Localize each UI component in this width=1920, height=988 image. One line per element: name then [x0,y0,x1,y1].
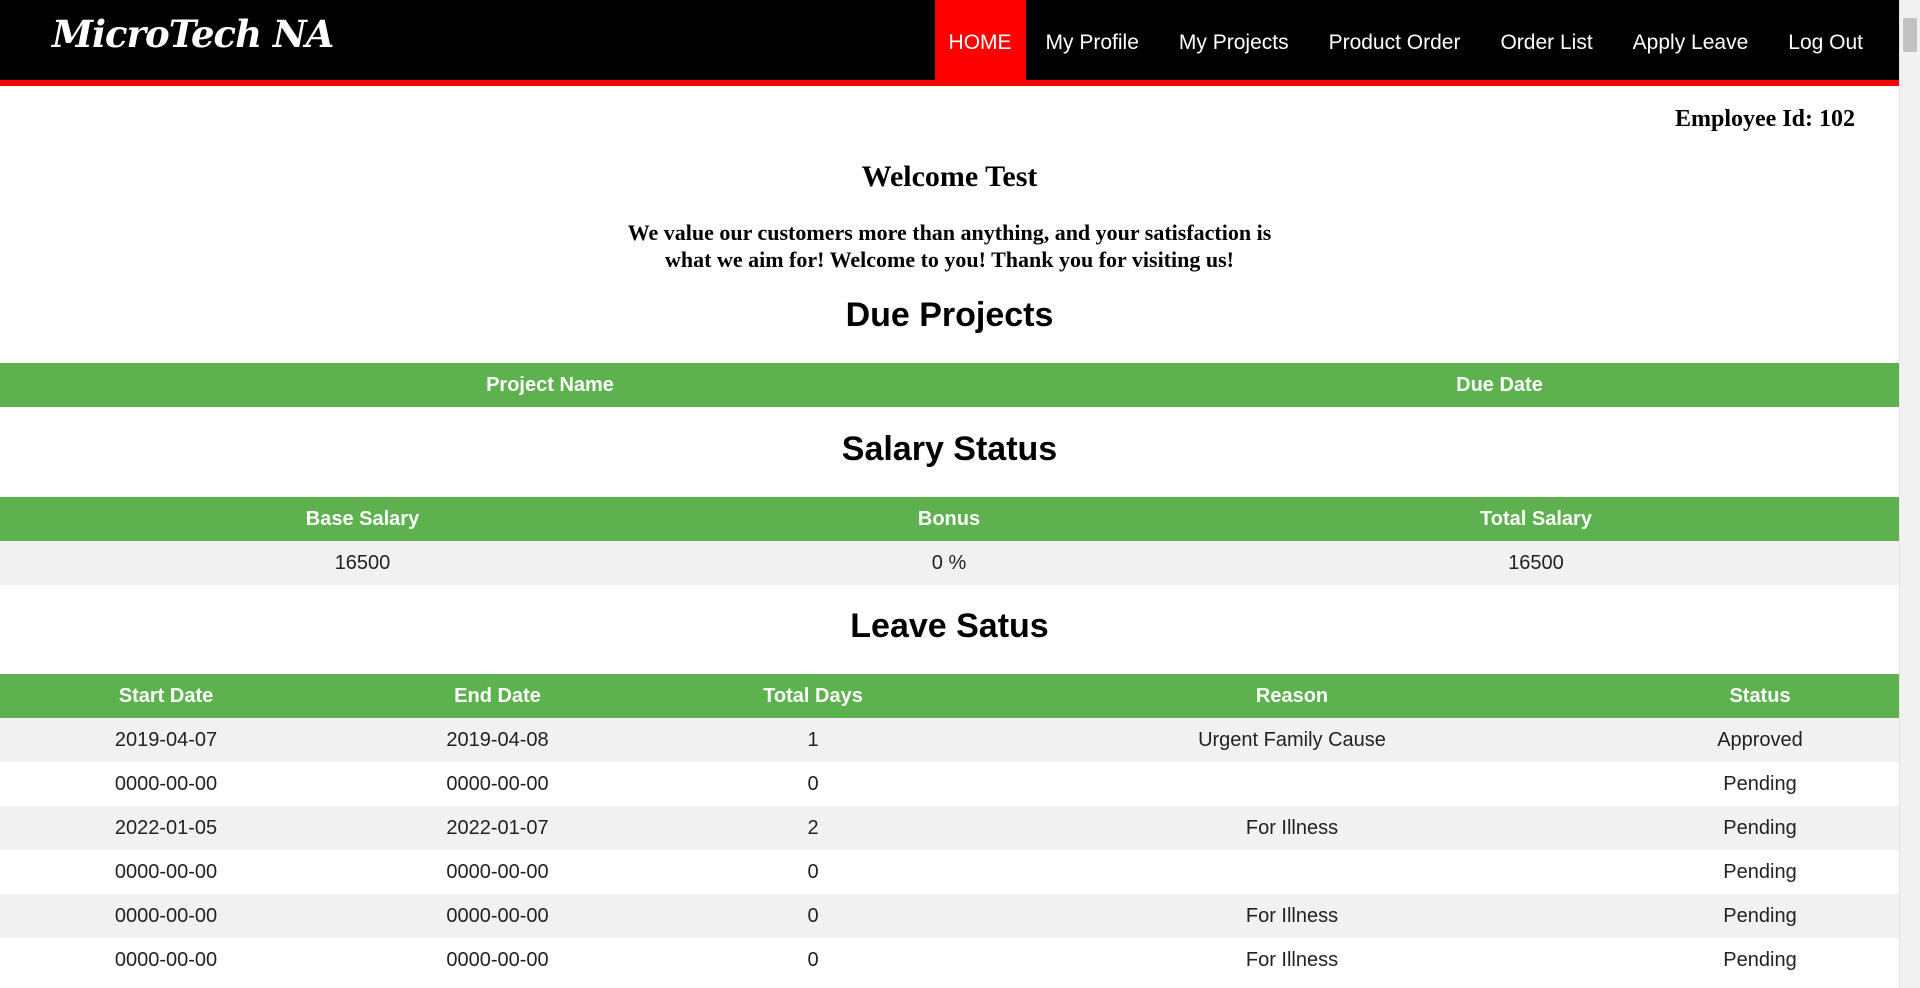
welcome-message: We value our customers more than anythin… [0,219,1899,273]
end-date-cell: 0000-00-00 [332,850,663,894]
bonus-cell: 0 % [725,541,1173,585]
reason-cell: For Illness [963,806,1621,850]
main-nav: HOME My Profile My Projects Product Orde… [934,0,1899,80]
end-date-cell: 2019-04-08 [332,718,663,762]
salary-table: Base Salary Bonus Total Salary 16500 0 %… [0,497,1899,585]
nav-my-profile[interactable]: My Profile [1026,0,1159,80]
nav-my-projects[interactable]: My Projects [1159,0,1309,80]
nav-apply-leave[interactable]: Apply Leave [1613,0,1769,80]
start-date-cell: 0000-00-00 [0,894,332,938]
status-cell: Pending [1621,938,1899,982]
column-header-end-date: End Date [332,674,663,718]
end-date-cell: 0000-00-00 [332,894,663,938]
nav-order-list[interactable]: Order List [1480,0,1612,80]
status-cell: Pending [1621,762,1899,806]
total-days-cell: 2 [663,806,963,850]
reason-cell: For Illness [963,894,1621,938]
status-cell: Approved [1621,718,1899,762]
table-row: 0000-00-00 0000-00-00 0 For Illness Pend… [0,894,1899,938]
column-header-status: Status [1621,674,1899,718]
column-header-total-days: Total Days [663,674,963,718]
due-projects-table: Project Name Due Date [0,363,1899,407]
page: MicroTech NA HOME My Profile My Projects… [0,0,1899,988]
table-row: 0000-00-00 0000-00-00 0 Pending [0,850,1899,894]
due-projects-title: Due Projects [845,296,1054,334]
reason-cell: For Illness [963,938,1621,982]
table-row: 16500 0 % 16500 [0,541,1899,585]
nav-home[interactable]: HOME [934,0,1026,80]
brand-logo[interactable]: MicroTech NA [52,12,334,56]
total-days-cell: 0 [663,894,963,938]
welcome-message-line-2: what we aim for! Welcome to you! Thank y… [665,247,1234,272]
salary-status-title: Salary Status [841,430,1058,468]
reason-cell [963,850,1621,894]
status-cell: Pending [1621,850,1899,894]
column-header-due-date: Due Date [1100,363,1899,407]
total-days-cell: 0 [663,938,963,982]
table-header-row: Start Date End Date Total Days Reason St… [0,674,1899,718]
table-header-row: Project Name Due Date [0,363,1899,407]
welcome-message-line-1: We value our customers more than anythin… [627,220,1272,245]
total-salary-cell: 16500 [1173,541,1899,585]
table-row: 0000-00-00 0000-00-00 0 For Illness Pend… [0,938,1899,982]
start-date-cell: 0000-00-00 [0,938,332,982]
reason-cell [963,762,1621,806]
table-row: 2022-01-05 2022-01-07 2 For Illness Pend… [0,806,1899,850]
column-header-start-date: Start Date [0,674,332,718]
end-date-cell: 0000-00-00 [332,938,663,982]
total-days-cell: 0 [663,762,963,806]
column-header-base-salary: Base Salary [0,497,725,541]
navbar: MicroTech NA HOME My Profile My Projects… [0,0,1899,86]
employee-id: Employee Id: 102 [1675,106,1855,132]
status-cell: Pending [1621,894,1899,938]
table-row: 2019-04-07 2019-04-08 1 Urgent Family Ca… [0,718,1899,762]
table-header-row: Base Salary Bonus Total Salary [0,497,1899,541]
nav-log-out[interactable]: Log Out [1768,0,1899,80]
start-date-cell: 0000-00-00 [0,762,332,806]
start-date-cell: 2019-04-07 [0,718,332,762]
leave-status-title: Leave Satus [850,607,1049,645]
base-salary-cell: 16500 [0,541,725,585]
total-days-cell: 1 [663,718,963,762]
start-date-cell: 2022-01-05 [0,806,332,850]
reason-cell: Urgent Family Cause [963,718,1621,762]
scrollbar-thumb[interactable] [1903,18,1917,52]
welcome-title: Welcome Test [861,160,1038,193]
end-date-cell: 2022-01-07 [332,806,663,850]
table-row: 0000-00-00 0000-00-00 0 Pending [0,762,1899,806]
column-header-total-salary: Total Salary [1173,497,1899,541]
column-header-reason: Reason [963,674,1621,718]
end-date-cell: 0000-00-00 [332,762,663,806]
start-date-cell: 0000-00-00 [0,850,332,894]
leave-table: Start Date End Date Total Days Reason St… [0,674,1899,982]
nav-product-order[interactable]: Product Order [1309,0,1481,80]
column-header-bonus: Bonus [725,497,1173,541]
status-cell: Pending [1621,806,1899,850]
total-days-cell: 0 [663,850,963,894]
column-header-project-name: Project Name [0,363,1100,407]
vertical-scrollbar[interactable] [1899,0,1920,988]
